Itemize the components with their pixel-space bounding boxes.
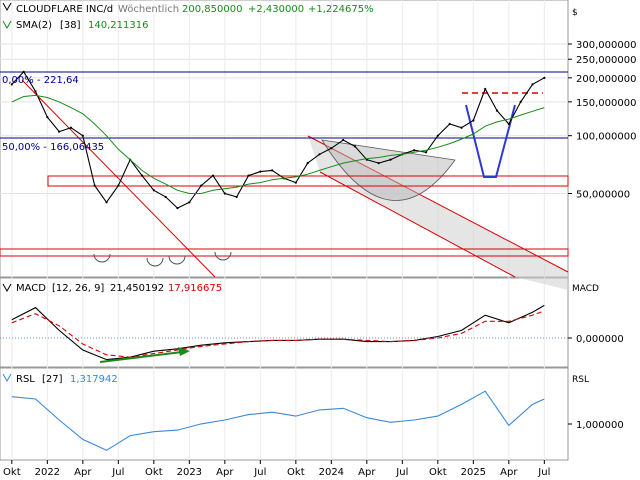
price-point [34,90,37,93]
time-tick-label: Okt [3,467,21,478]
price-point [377,162,380,165]
change-pct: +1,224675% [308,4,374,15]
price-tick-label: 200,000000 [576,74,636,85]
price-point [247,174,250,177]
price-point [200,184,203,187]
price-point [543,76,546,79]
price-point [46,115,49,119]
price-point [176,206,179,210]
time-tick-label: 2023 [177,467,202,478]
price-point [271,169,274,172]
price-point [140,174,144,177]
price-point [105,201,108,204]
macd-value: 21,450192 [110,283,164,294]
price-tick-label: 50,000000 [576,190,630,201]
price-tick-label: 300,000000 [576,40,636,51]
rsl-title: RSL [16,374,35,385]
currency-label: $ [572,8,578,18]
price-point [342,138,345,142]
fib-label-50: 50,00% - 166,06435 [2,142,104,153]
time-tick-label: Jul [537,467,550,478]
time-tick-label: Jul [253,467,266,478]
price-point [507,122,510,126]
interval-label: Wöchentlich [118,4,179,15]
price-point [460,126,463,129]
price-point [235,195,238,199]
time-tick-label: Apr [74,467,92,478]
price-point [93,184,96,187]
price-point [259,170,262,173]
price-point [22,70,25,73]
price-point [472,119,475,122]
symbol-label: CLOUDFLARE INC/d [16,4,113,15]
rsl-right-label: RSL [572,375,589,385]
last-price: 200,850000 [182,4,242,15]
sma-value: 140,211316 [88,20,148,31]
price-point [294,181,297,184]
price-point [448,122,451,126]
rsl-params: [27] [42,374,63,385]
stock-chart: CLOUDFLARE INC/d Wöchentlich 200,850000 … [0,0,636,478]
price-point [424,151,428,154]
time-tick-label: Okt [145,467,163,478]
time-tick-label: Apr [216,467,234,478]
x-axis: Okt 2022 Apr Jul Okt 2023 Apr Jul Okt 2024 Apr Jul O… [3,460,550,478]
price-point [484,87,487,91]
macd-right-label: MACD [572,284,599,294]
price-point [223,192,226,195]
price-tick-label: 250,000000 [576,55,636,66]
sma-label: SMA(2) [16,20,52,31]
price-point [69,126,73,129]
signal-value: 17,916675 [168,283,222,294]
price-point [330,147,333,150]
time-tick-label: Okt [287,467,305,478]
time-tick-label: Jul [395,467,408,478]
price-point [306,162,309,165]
fib-label-0: 0,00% - 221,64 [2,75,79,86]
price-point [413,149,416,152]
price-point [81,134,84,137]
price-point [519,100,522,103]
rsl-value: 1,317942 [70,374,118,385]
macd-params: [12, 26, 9] [52,283,104,294]
price-point [58,130,61,133]
price-point [164,195,167,199]
time-tick-label: Jul [111,467,124,478]
price-point [436,134,439,137]
price-point [152,189,155,192]
price-tick-label: 100,000000 [576,132,636,143]
price-point [495,109,499,112]
sma-period: [38] [60,20,81,31]
time-tick-label: 2022 [35,467,60,478]
price-point [211,174,215,177]
time-tick-label: 2025 [461,467,486,478]
change-abs: +2,430000 [248,4,304,15]
time-tick-label: Apr [500,467,518,478]
price-point [318,153,321,156]
price-point [353,145,357,148]
price-point [188,201,191,204]
price-tick-label: 150,000000 [576,98,636,109]
macd-title: MACD [16,283,46,294]
price-axis: 300,000000 250,000000 200,000000 150,000000… [568,40,636,201]
rsl-y-tick: 1,000000 [576,420,624,431]
macd-y-tick: 0,000000 [576,334,624,345]
time-tick-label: Okt [429,467,447,478]
price-point [531,83,534,86]
price-point [117,184,120,187]
price-point [389,158,392,161]
time-tick-label: Apr [358,467,376,478]
time-tick-label: 2024 [319,467,344,478]
